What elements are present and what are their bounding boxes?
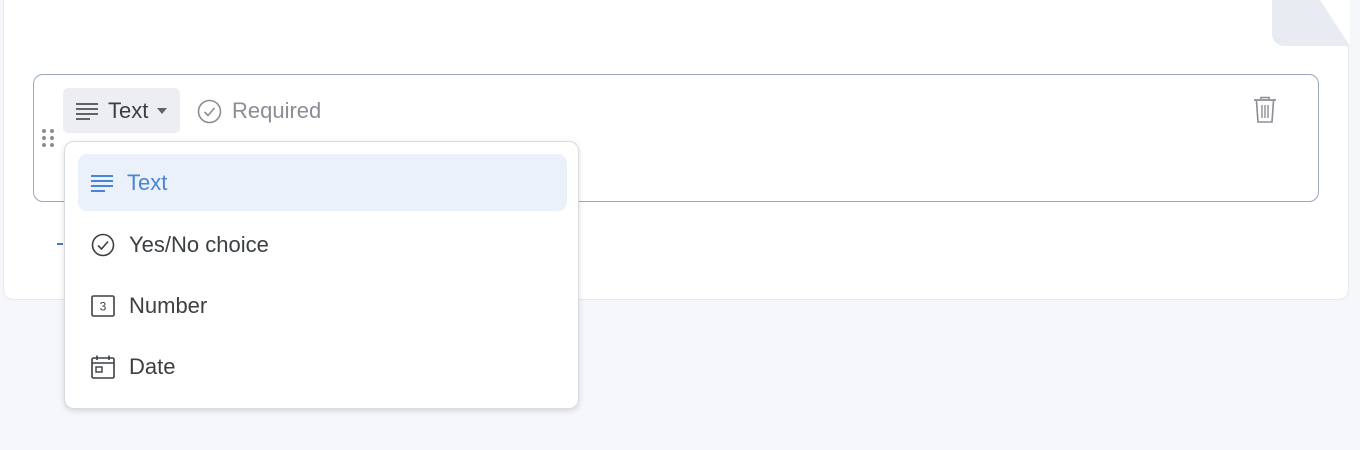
- check-circle-icon: [197, 99, 222, 124]
- caret-down-icon: [157, 107, 168, 114]
- page-corner-fold: [1272, 0, 1350, 46]
- menu-item-label: Number: [129, 292, 208, 318]
- menu-item-label: Text: [127, 169, 168, 195]
- text-lines-icon: [76, 101, 98, 121]
- number-glyph: 3: [100, 299, 107, 313]
- number-box-icon: 3: [91, 294, 115, 317]
- add-field-line: [57, 243, 63, 245]
- menu-item-label: Date: [129, 353, 176, 379]
- menu-item-date[interactable]: Date: [78, 338, 567, 395]
- text-lines-icon: [91, 173, 113, 193]
- menu-item-text[interactable]: Text: [78, 154, 567, 211]
- field-type-label: Text: [108, 97, 149, 123]
- calendar-icon: [91, 355, 115, 379]
- check-circle-icon: [91, 233, 115, 257]
- required-toggle[interactable]: Required: [197, 98, 321, 124]
- field-type-dropdown[interactable]: Text: [63, 88, 180, 133]
- menu-item-label: Yes/No choice: [129, 231, 269, 257]
- required-label: Required: [232, 98, 322, 123]
- field-type-menu: Text Yes/No choice 3 Number Date: [64, 141, 579, 409]
- trash-icon: [1252, 96, 1278, 124]
- delete-field-button[interactable]: [1252, 96, 1278, 124]
- menu-item-number[interactable]: 3 Number: [78, 277, 567, 334]
- menu-item-yes-no-choice[interactable]: Yes/No choice: [78, 216, 567, 273]
- drag-handle-icon[interactable]: [41, 128, 55, 148]
